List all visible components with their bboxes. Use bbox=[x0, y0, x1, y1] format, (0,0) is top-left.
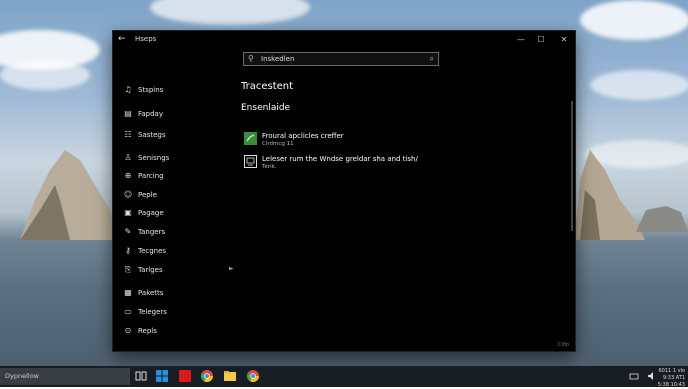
pin-icon: ✎ bbox=[124, 227, 132, 236]
sidebar-item-tecgnes[interactable]: ⚷ Tecgnes bbox=[123, 244, 233, 260]
expand-arrow-icon[interactable]: ► bbox=[229, 265, 234, 272]
sidebar-item-label: Stspins bbox=[138, 86, 164, 94]
section-heading: Ensenlaide bbox=[241, 103, 291, 113]
tray-line-2: 9:33 AT1 bbox=[662, 375, 685, 381]
sidebar-item-telegers[interactable]: ▭ Telegers bbox=[123, 305, 233, 321]
globe-icon: ⊕ bbox=[124, 171, 132, 180]
list-icon: ☷ bbox=[124, 130, 132, 139]
sidebar-item-parcing[interactable]: ⊕ Parcing bbox=[123, 169, 233, 185]
scrollbar[interactable] bbox=[571, 101, 573, 231]
close-button[interactable]: ✕ bbox=[555, 33, 573, 47]
search-input-value[interactable]: Inskedlen bbox=[261, 55, 294, 63]
sidebar-item-tangers[interactable]: ✎ Tangers bbox=[123, 225, 233, 241]
sidebar-item-label: Telegers bbox=[138, 308, 167, 316]
tray-line-1: 6011 1 vlo bbox=[658, 368, 686, 374]
sidebar-item-label: Paketts bbox=[138, 289, 164, 297]
page-title: Tracestent bbox=[241, 81, 294, 92]
network-icon[interactable] bbox=[628, 370, 640, 382]
taskbar-search-box[interactable]: Dypnellow bbox=[0, 368, 130, 385]
sidebar-item-label: Parcing bbox=[138, 172, 164, 180]
sidebar-item-paketts[interactable]: ▦ Paketts bbox=[123, 286, 233, 302]
title-bar: ← Hseps — ☐ ✕ bbox=[113, 31, 575, 49]
sidebar-item-repls[interactable]: ⊙ Repls bbox=[123, 324, 233, 340]
taskbar-search-placeholder: Dypnellow bbox=[5, 372, 40, 380]
rock-far-image bbox=[636, 206, 688, 232]
corner-label: Ciflo bbox=[557, 342, 569, 348]
user-icon: ☺ bbox=[123, 190, 133, 199]
minimize-button[interactable]: — bbox=[512, 33, 530, 47]
sidebar-item-label: Tangers bbox=[138, 228, 166, 236]
sidebar-item-label: Fapday bbox=[138, 110, 163, 118]
folder-icon: ▦ bbox=[124, 288, 132, 297]
search-icon: ⚲ bbox=[248, 54, 254, 63]
app-icon bbox=[244, 132, 257, 145]
sidebar-item-sastegs[interactable]: ☷ Sastegs bbox=[123, 128, 233, 144]
result-title: Froural apclicles creffer bbox=[262, 132, 344, 140]
sidebar-item-stspins[interactable]: ♫ Stspins bbox=[123, 83, 233, 99]
red-app-icon[interactable] bbox=[179, 370, 191, 382]
sidebar-item-label: Sastegs bbox=[138, 131, 166, 139]
search-result-item[interactable]: Leleser rum the Wndse greldar sha and ti… bbox=[244, 154, 424, 174]
chrome-icon[interactable] bbox=[201, 370, 213, 382]
search-result-item[interactable]: Froural apclicles creffer Cirdmcg 11 bbox=[244, 131, 424, 151]
file-explorer-icon[interactable] bbox=[224, 370, 236, 382]
back-arrow-icon[interactable]: ← bbox=[118, 34, 126, 44]
sidebar-item-senisngs[interactable]: ♙ Senisngs bbox=[123, 151, 233, 167]
sidebar-item-label: Peple bbox=[138, 191, 157, 199]
system-tray-clock[interactable]: 6011 1 vlo 9:33 AT1 5:38 10:43 bbox=[658, 368, 685, 389]
result-subtitle: Terik. bbox=[262, 164, 277, 170]
sidebar-item-tarlges[interactable]: ⎘ Tarlges bbox=[123, 263, 233, 279]
person-icon: ♙ bbox=[124, 153, 132, 162]
sidebar-item-label: Tecgnes bbox=[138, 247, 167, 255]
chat-icon: ▭ bbox=[124, 307, 132, 316]
tray-line-3: 5:38 10:43 bbox=[657, 382, 685, 388]
maximize-button[interactable]: ☐ bbox=[532, 33, 550, 47]
tag-icon: ⎘ bbox=[124, 265, 132, 274]
package-icon: ▣ bbox=[124, 208, 132, 217]
result-title: Leleser rum the Wndse greldar sha and ti… bbox=[262, 155, 418, 163]
rock-left-image bbox=[20, 150, 115, 240]
result-subtitle: Cirdmcg 11 bbox=[262, 141, 294, 147]
sidebar-item-label: Pagage bbox=[138, 209, 164, 217]
sidebar-item-peple[interactable]: ☺ Peple bbox=[123, 188, 233, 204]
document-icon: ▤ bbox=[124, 109, 132, 118]
sidebar-item-label: Tarlges bbox=[138, 266, 163, 274]
sidebar-item-pagage[interactable]: ▣ Pagage bbox=[123, 206, 233, 222]
search-input[interactable]: ⚲ Inskedlen ⌕ bbox=[243, 52, 439, 66]
key-icon: ⚷ bbox=[125, 246, 131, 255]
sidebar-item-label: Repls bbox=[138, 327, 157, 335]
search-submit-icon[interactable]: ⌕ bbox=[430, 54, 434, 64]
windows-start-icon[interactable] bbox=[156, 370, 168, 382]
monitor-icon bbox=[244, 155, 257, 168]
search-window: ← Hseps — ☐ ✕ ⚲ Inskedlen ⌕ ♫ Stspins ▤ … bbox=[113, 31, 575, 351]
chrome-icon-2[interactable] bbox=[247, 370, 259, 382]
settings-icon: ⊙ bbox=[124, 326, 132, 335]
sidebar-item-label: Senisngs bbox=[138, 154, 170, 162]
sidebar-item-fapday[interactable]: ▤ Fapday bbox=[123, 107, 233, 123]
volume-icon[interactable] bbox=[646, 370, 658, 382]
task-view-icon[interactable] bbox=[135, 370, 147, 382]
window-title: Hseps bbox=[135, 35, 157, 43]
taskbar: Dypnellow 6011 1 vlo 9:33 AT1 5:38 10:43 bbox=[0, 366, 688, 389]
music-note-icon: ♫ bbox=[124, 85, 132, 94]
